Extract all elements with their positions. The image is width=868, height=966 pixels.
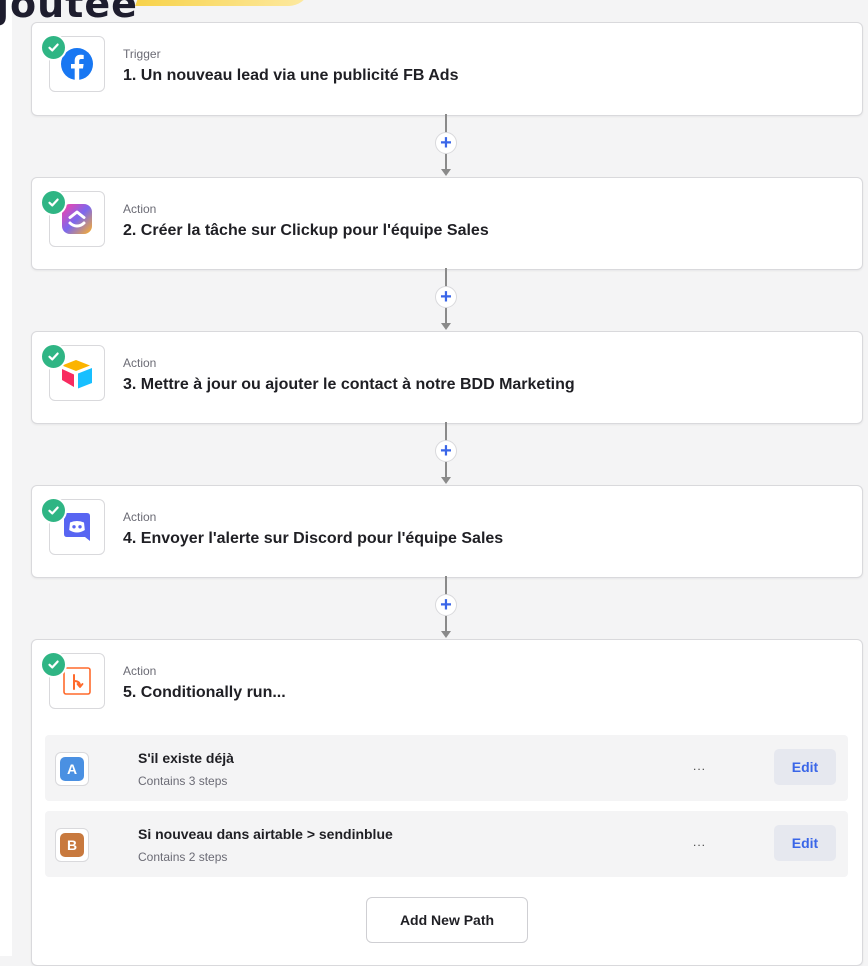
step-type-label: Trigger bbox=[123, 47, 161, 61]
path-name: Si nouveau dans airtable > sendinblue bbox=[138, 826, 393, 842]
add-step-button[interactable]: + bbox=[435, 132, 457, 154]
step-title: 5. Conditionally run... bbox=[123, 684, 286, 701]
path-step-count: Contains 3 steps bbox=[138, 774, 228, 788]
header-swoosh-decoration bbox=[135, 0, 311, 6]
step-card-1[interactable]: Trigger 1. Un nouveau lead via une publi… bbox=[31, 22, 863, 116]
step-type-label: Action bbox=[123, 202, 157, 216]
add-new-path-button[interactable]: Add New Path bbox=[366, 897, 528, 943]
step-card-2[interactable]: Action 2. Créer la tâche sur Clickup pou… bbox=[31, 177, 863, 270]
arrow-down-icon bbox=[441, 631, 451, 638]
path-letter-badge: A bbox=[55, 752, 89, 786]
more-options-button[interactable]: ... bbox=[693, 759, 706, 773]
add-step-button[interactable]: + bbox=[435, 594, 457, 616]
step-title: 1. Un nouveau lead via une publicité FB … bbox=[123, 67, 459, 84]
path-name: S'il existe déjà bbox=[138, 750, 234, 766]
step-type-label: Action bbox=[123, 510, 157, 524]
step-title: 2. Créer la tâche sur Clickup pour l'équ… bbox=[123, 222, 489, 239]
step-title: 4. Envoyer l'alerte sur Discord pour l'é… bbox=[123, 530, 504, 547]
add-step-button[interactable]: + bbox=[435, 286, 457, 308]
arrow-down-icon bbox=[441, 323, 451, 330]
edit-path-button[interactable]: Edit bbox=[774, 749, 836, 785]
check-icon bbox=[40, 497, 67, 524]
more-options-button[interactable]: ... bbox=[693, 835, 706, 849]
step-type-label: Action bbox=[123, 664, 157, 678]
connector-1: + bbox=[435, 114, 457, 177]
step-card-3[interactable]: Action 3. Mettre à jour ou ajouter le co… bbox=[31, 331, 863, 424]
connector-3: + bbox=[435, 422, 457, 485]
path-row-b[interactable]: B Si nouveau dans airtable > sendinblue … bbox=[45, 811, 848, 877]
connector-4: + bbox=[435, 576, 457, 639]
step-card-4[interactable]: Action 4. Envoyer l'alerte sur Discord p… bbox=[31, 485, 863, 578]
step-card-5[interactable]: Action 5. Conditionally run... A S'il ex… bbox=[31, 639, 863, 966]
step-title: 3. Mettre à jour ou ajouter le contact à… bbox=[123, 376, 575, 393]
check-icon bbox=[40, 651, 67, 678]
path-step-count: Contains 2 steps bbox=[138, 850, 228, 864]
check-icon bbox=[40, 189, 67, 216]
connector-2: + bbox=[435, 268, 457, 331]
left-edge-strip bbox=[0, 0, 12, 956]
arrow-down-icon bbox=[441, 477, 451, 484]
path-row-a[interactable]: A S'il existe déjà Contains 3 steps ... … bbox=[45, 735, 848, 801]
edit-path-button[interactable]: Edit bbox=[774, 825, 836, 861]
step-type-label: Action bbox=[123, 356, 157, 370]
add-step-button[interactable]: + bbox=[435, 440, 457, 462]
path-letter-badge: B bbox=[55, 828, 89, 862]
check-icon bbox=[40, 34, 67, 61]
check-icon bbox=[40, 343, 67, 370]
arrow-down-icon bbox=[441, 169, 451, 176]
